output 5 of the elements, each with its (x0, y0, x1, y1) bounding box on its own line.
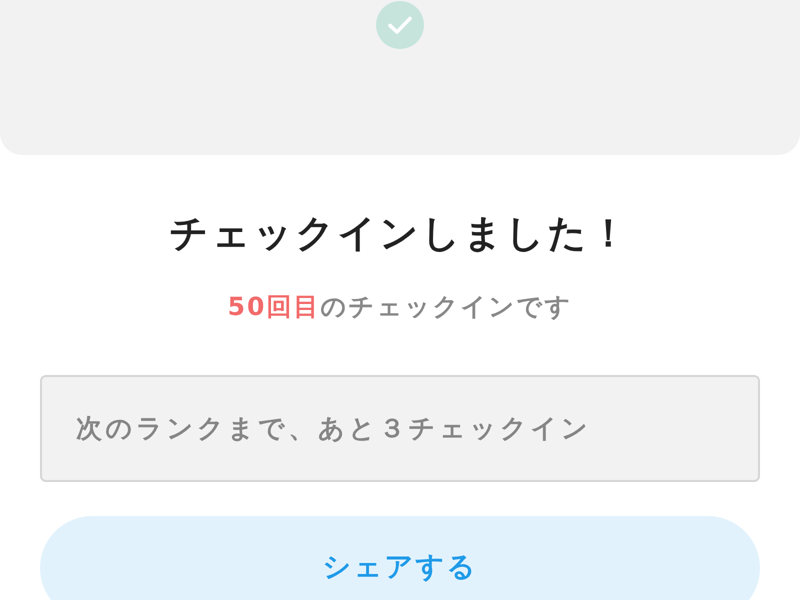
share-button[interactable]: シェアする (40, 516, 760, 600)
next-rank-text: 次のランクまで、あと３チェックイン (76, 412, 592, 446)
checkin-complete-title: チェックインしました！ (170, 210, 630, 256)
checkin-count-text: 50回目 のチェックインです (228, 291, 572, 323)
check-circle-icon (376, 1, 424, 49)
